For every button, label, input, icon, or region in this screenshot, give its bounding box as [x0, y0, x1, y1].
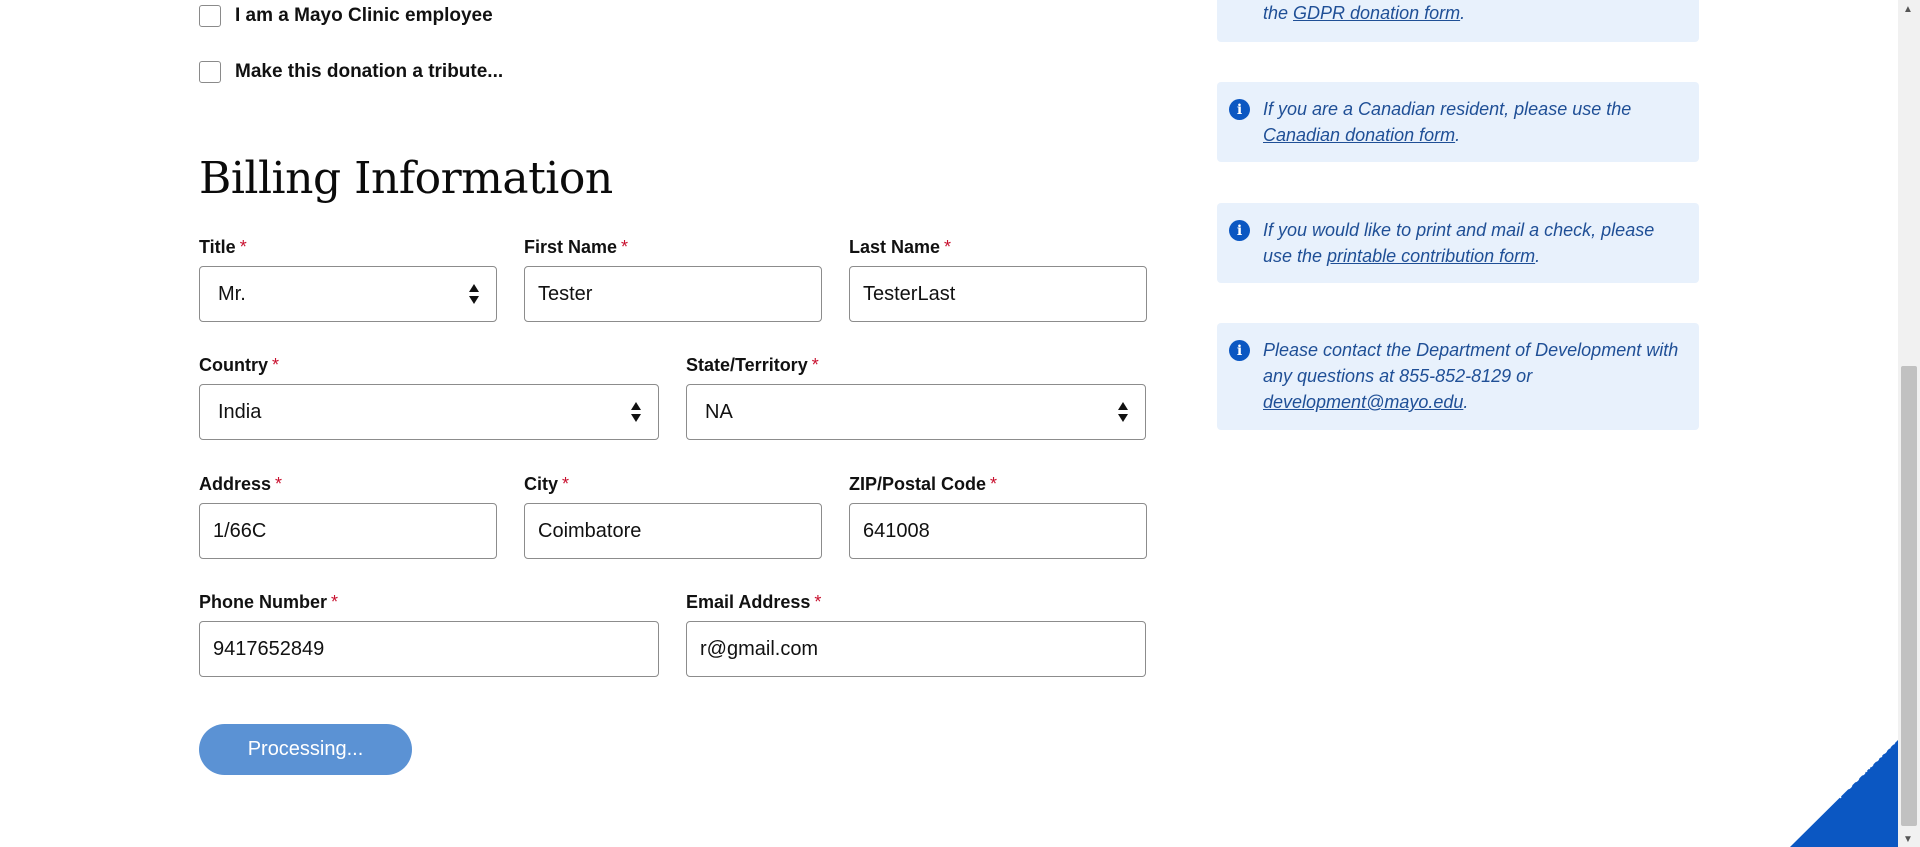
phone-input[interactable]: 9417652849 — [199, 621, 659, 677]
gdpr-form-link[interactable]: GDPR donation form — [1293, 3, 1460, 23]
email-link[interactable]: development@mayo.edu — [1263, 392, 1463, 412]
scroll-down-icon[interactable]: ▼ — [1903, 834, 1913, 845]
info-icon: i — [1229, 99, 1250, 120]
country-field: Country * India — [199, 352, 659, 440]
select-arrows-icon — [1118, 402, 1128, 422]
zip-field: ZIP/Postal Code * 641008 — [849, 471, 1147, 559]
processing-button[interactable]: Processing... — [199, 724, 412, 775]
tribute-checkbox-row[interactable]: Make this donation a tribute... — [199, 61, 503, 83]
email-input[interactable]: r@gmail.com — [686, 621, 1146, 677]
contact-notice: i Please contact the Department of Devel… — [1217, 323, 1699, 430]
address-input[interactable]: 1/66C — [199, 503, 497, 559]
email-label: Email Address * — [686, 592, 822, 612]
tribute-checkbox-label: Make this donation a tribute... — [235, 61, 504, 82]
title-select[interactable]: Mr. — [199, 266, 497, 322]
info-icon: i — [1229, 340, 1250, 361]
donation-form-page: I am a Mayo Clinic employee Make this do… — [0, 0, 1898, 847]
canadian-form-link[interactable]: Canadian donation form — [1263, 125, 1455, 145]
phone-field: Phone Number * 9417652849 — [199, 589, 659, 677]
zip-label: ZIP/Postal Code * — [849, 474, 998, 494]
country-select[interactable]: India — [199, 384, 659, 440]
check-notice: i If you would like to print and mail a … — [1217, 203, 1699, 283]
employee-checkbox-row[interactable]: I am a Mayo Clinic employee — [199, 5, 493, 27]
first-name-field: First Name * Tester — [524, 234, 822, 322]
city-field: City * Coimbatore — [524, 471, 822, 559]
page-scrollbar[interactable]: ▲ ▼ — [1898, 0, 1920, 847]
canadian-notice: i If you are a Canadian resident, please… — [1217, 82, 1699, 162]
employee-checkbox-label: I am a Mayo Clinic employee — [235, 5, 493, 26]
first-name-label: First Name * — [524, 237, 629, 257]
address-field: Address * 1/66C — [199, 471, 497, 559]
title-field: Title * Mr. — [199, 234, 497, 322]
last-name-label: Last Name * — [849, 237, 952, 257]
state-field: State/Territory * NA — [686, 352, 1146, 440]
state-select[interactable]: NA — [686, 384, 1146, 440]
info-icon: i — [1229, 220, 1250, 241]
billing-heading: Billing Information — [199, 153, 613, 204]
tribute-checkbox[interactable] — [199, 61, 221, 83]
select-arrows-icon — [469, 284, 479, 304]
title-label: Title * — [199, 237, 247, 257]
city-label: City * — [524, 474, 570, 494]
country-label: Country * — [199, 355, 280, 375]
printable-form-link[interactable]: printable contribution form — [1327, 246, 1535, 266]
employee-checkbox[interactable] — [199, 5, 221, 27]
zip-input[interactable]: 641008 — [849, 503, 1147, 559]
email-field: Email Address * r@gmail.com — [686, 589, 1146, 677]
last-name-field: Last Name * TesterLast — [849, 234, 1147, 322]
scroll-up-icon[interactable]: ▲ — [1903, 4, 1913, 15]
first-name-input[interactable]: Tester — [524, 266, 822, 322]
scroll-thumb[interactable] — [1901, 366, 1917, 826]
phone-label: Phone Number * — [199, 592, 339, 612]
city-input[interactable]: Coimbatore — [524, 503, 822, 559]
feedback-tab[interactable]: Feedback — [1790, 740, 1898, 847]
state-label: State/Territory * — [686, 355, 819, 375]
select-arrows-icon — [631, 402, 641, 422]
state-select-value: NA — [705, 400, 733, 423]
gdpr-notice: the GDPR donation form. — [1217, 0, 1699, 42]
last-name-input[interactable]: TesterLast — [849, 266, 1147, 322]
title-select-value: Mr. — [218, 282, 246, 305]
address-label: Address * — [199, 474, 283, 494]
country-select-value: India — [218, 400, 262, 423]
